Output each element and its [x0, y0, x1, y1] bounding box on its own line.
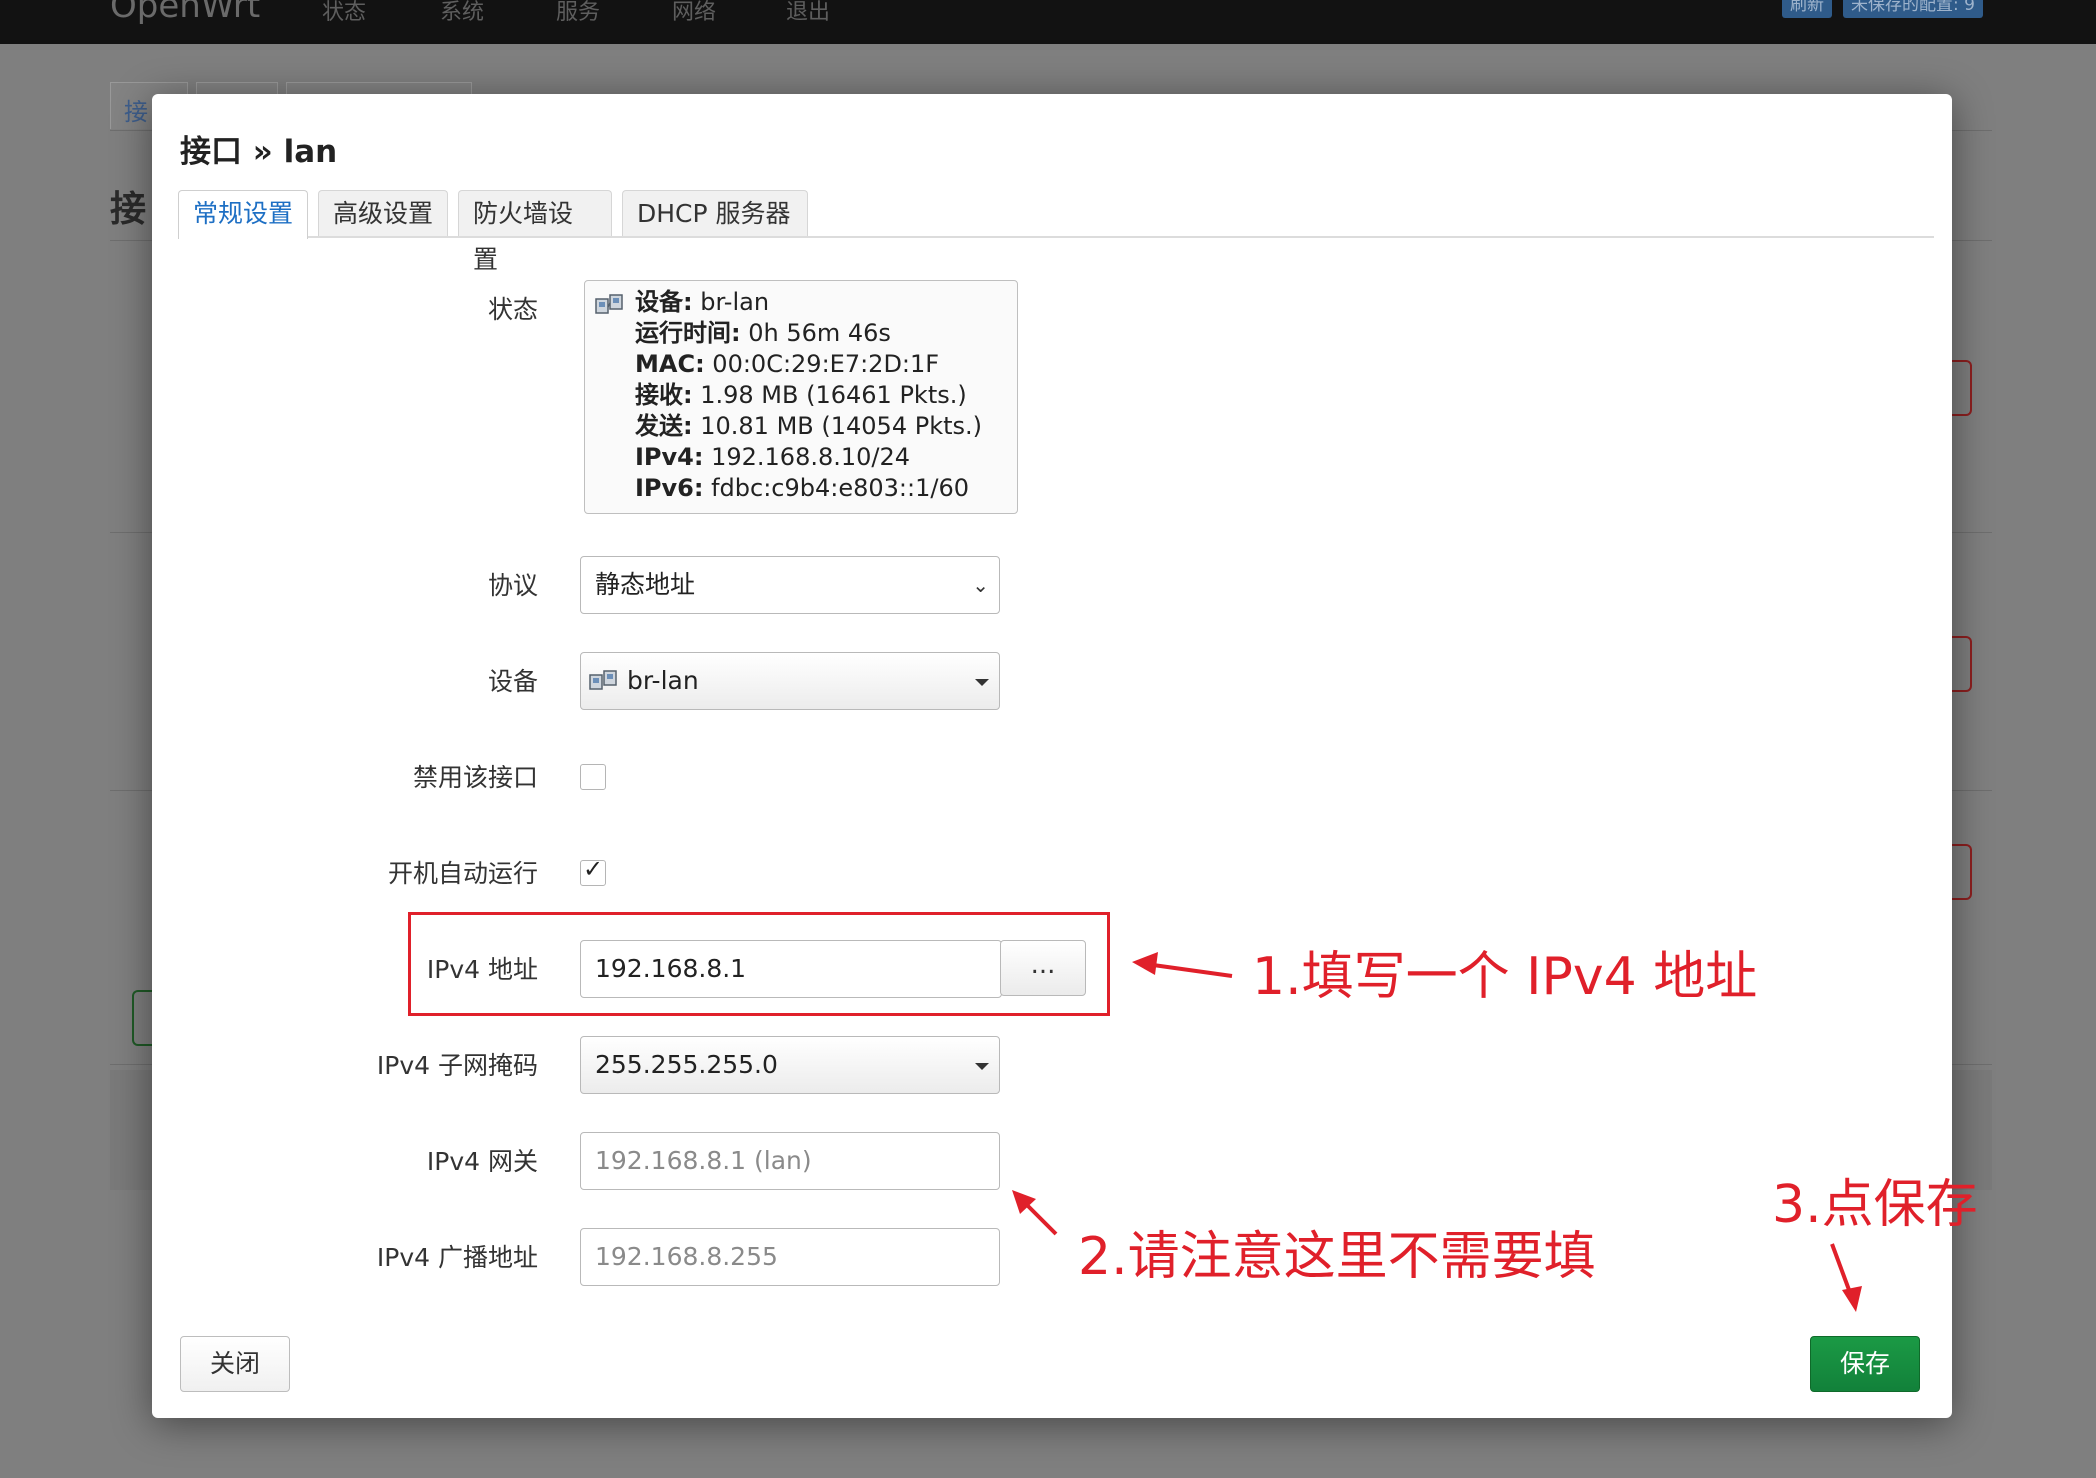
- protocol-label: 协议: [487, 571, 538, 600]
- protocol-select[interactable]: 静态地址 ⌄: [580, 556, 1000, 614]
- ipv4-key: IPv4:: [635, 443, 704, 471]
- top-navbar: OpenWrt 状态 系统 服务 网络 退出 刷新 未保存的配置: 9: [0, 0, 2096, 44]
- tx-value: 10.81 MB (14054 Pkts.): [692, 412, 982, 440]
- status-details: 设备: br-lan 运行时间: 0h 56m 46s MAC: 00:0C:2…: [635, 287, 982, 504]
- device-select[interactable]: br-lan: [580, 652, 1000, 710]
- tab-general[interactable]: 常规设置: [178, 190, 308, 239]
- ipv4-netmask-label: IPv4 子网掩码: [376, 1051, 538, 1080]
- nav-services[interactable]: 服务: [556, 0, 600, 26]
- annotation-step3: 3.点保存: [1772, 1175, 1978, 1235]
- status-panel: 设备: br-lan 运行时间: 0h 56m 46s MAC: 00:0C:2…: [584, 280, 1018, 514]
- ipv6-key: IPv6:: [635, 474, 704, 502]
- nav-network[interactable]: 网络: [672, 0, 716, 26]
- status-label: 状态: [487, 295, 538, 324]
- device-value: br-lan: [692, 288, 770, 316]
- ipv4-value: 192.168.8.10/24: [703, 443, 911, 471]
- ipv4-gateway-label: IPv4 网关: [426, 1147, 538, 1176]
- modal-title: 接口 » lan: [180, 134, 338, 170]
- ipv4-netmask-select[interactable]: 255.255.255.0: [580, 1036, 1000, 1094]
- ipv4-gateway-input[interactable]: 192.168.8.1 (lan): [580, 1132, 1000, 1190]
- network-device-icon: [589, 670, 617, 690]
- ipv4-broadcast-input[interactable]: 192.168.8.255: [580, 1228, 1000, 1286]
- protocol-value: 静态地址: [595, 570, 696, 599]
- annotation-highlight-box: [408, 912, 1110, 1016]
- uptime-value: 0h 56m 46s: [740, 319, 891, 347]
- ipv4-netmask-value: 255.255.255.0: [595, 1050, 778, 1079]
- tab-advanced[interactable]: 高级设置: [318, 190, 448, 236]
- bg-page-heading: 接: [110, 189, 147, 230]
- device-label: 设备: [487, 667, 538, 696]
- close-button[interactable]: 关闭: [180, 1336, 290, 1392]
- nav-system[interactable]: 系统: [440, 0, 484, 26]
- annotation-step1: 1.填写一个 IPv4 地址: [1252, 947, 1758, 1007]
- disable-interface-checkbox[interactable]: [580, 764, 606, 790]
- tx-key: 发送:: [635, 412, 693, 440]
- nav-status[interactable]: 状态: [322, 0, 366, 26]
- rx-value: 1.98 MB (16461 Pkts.): [692, 381, 967, 409]
- rx-key: 接收:: [635, 381, 693, 409]
- unsaved-changes-badge[interactable]: 未保存的配置: 9: [1843, 0, 1983, 18]
- ipv4-broadcast-placeholder: 192.168.8.255: [595, 1242, 778, 1271]
- uptime-key: 运行时间:: [635, 319, 741, 347]
- tab-firewall[interactable]: 防火墙设置: [458, 190, 612, 274]
- autostart-label: 开机自动运行: [387, 859, 538, 888]
- network-device-icon: [595, 294, 623, 314]
- mac-key: MAC:: [635, 350, 705, 378]
- device-key: 设备:: [635, 288, 693, 316]
- caret-down-icon: [975, 1063, 989, 1070]
- tab-bar: 常规设置 高级设置 防火墙设置 DHCP 服务器: [178, 190, 1934, 274]
- bg-tab-label: 接: [124, 98, 148, 126]
- checkmark-icon: ✓: [583, 855, 604, 883]
- nav-logout[interactable]: 退出: [786, 0, 830, 26]
- disable-interface-label: 禁用该接口: [412, 763, 538, 792]
- annotation-step2: 2.请注意这里不需要填: [1078, 1227, 1596, 1287]
- ipv6-value: fdbc:c9b4:e803::1/60: [703, 474, 969, 502]
- device-select-value: br-lan: [627, 666, 699, 695]
- refresh-badge[interactable]: 刷新: [1782, 0, 1832, 18]
- mac-value: 00:0C:29:E7:2D:1F: [704, 350, 940, 378]
- autostart-checkbox[interactable]: ✓: [580, 855, 606, 886]
- ipv4-gateway-placeholder: 192.168.8.1 (lan): [595, 1146, 812, 1175]
- tab-dhcp-server[interactable]: DHCP 服务器: [622, 190, 808, 236]
- save-button[interactable]: 保存: [1810, 1336, 1920, 1392]
- caret-down-icon: [975, 679, 989, 686]
- interface-edit-modal: 接口 » lan 常规设置 高级设置 防火墙设置 DHCP 服务器 状态 设备:…: [152, 94, 1952, 1418]
- brand-logo[interactable]: OpenWrt: [110, 0, 260, 26]
- chevron-down-icon: ⌄: [972, 573, 989, 597]
- ipv4-broadcast-label: IPv4 广播地址: [376, 1243, 538, 1272]
